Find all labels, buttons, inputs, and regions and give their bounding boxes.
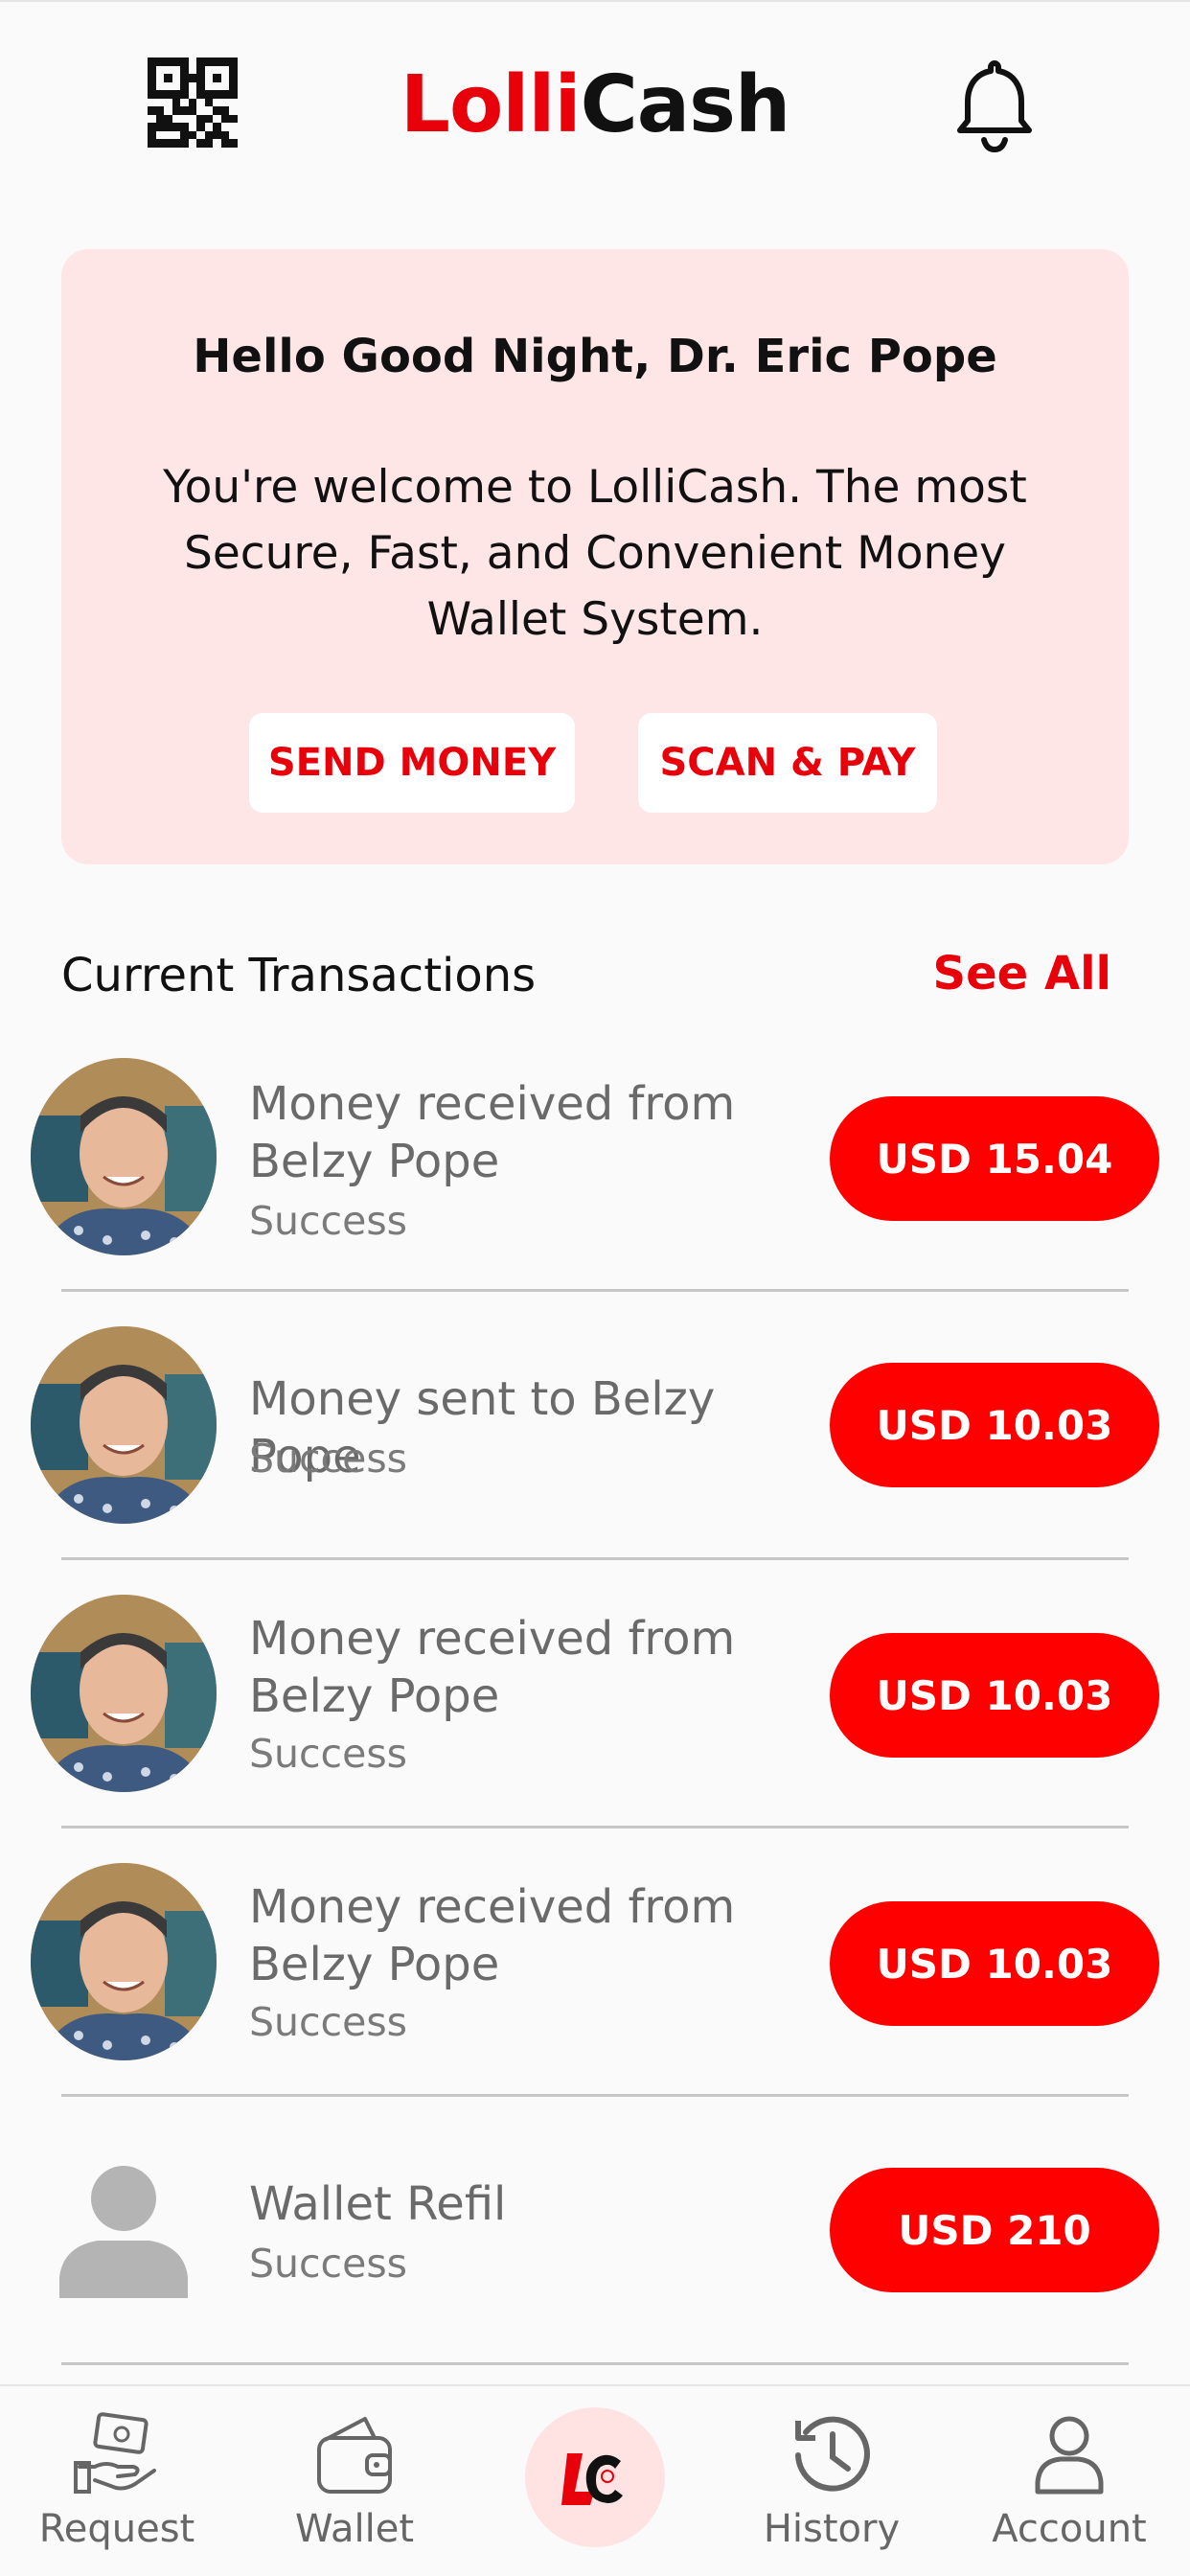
transaction-status: Success	[249, 1436, 408, 1482]
transaction-status: Success	[249, 2241, 408, 2287]
avatar	[31, 1058, 217, 1255]
wallet-icon	[311, 2411, 398, 2497]
transaction-row[interactable]: Money received from Belzy Pope Success U…	[0, 1859, 1190, 2089]
brand-cash: Cash	[580, 59, 791, 150]
divider	[61, 1557, 1129, 1560]
nav-item-wallet[interactable]: Wallet	[259, 2386, 450, 2576]
divider	[61, 1289, 1129, 1292]
transaction-title: Money received from Belzy Pope	[249, 1077, 736, 1188]
avatar	[31, 1326, 217, 1524]
avatar	[31, 1863, 217, 2060]
transaction-row[interactable]: Money received from Belzy Pope Success U…	[0, 1591, 1190, 1821]
welcome-message: You're welcome to LolliCash. The most Se…	[163, 461, 1027, 646]
transaction-title: Wallet Refil	[249, 2177, 507, 2231]
divider	[61, 2094, 1129, 2097]
amount-badge: USD 10.03	[830, 1363, 1159, 1487]
divider	[61, 1826, 1129, 1828]
transaction-row[interactable]: Money sent to Belzy Pope Success USD 10.…	[0, 1322, 1190, 1552]
transaction-status: Success	[249, 1198, 408, 1244]
brand-lolli: Lolli	[400, 59, 582, 150]
nav-item-history[interactable]: History	[736, 2386, 927, 2576]
top-border	[0, 0, 1190, 2]
nav-label: Wallet	[294, 2507, 415, 2551]
scan-pay-button[interactable]: SCAN & PAY	[638, 713, 937, 813]
amount-badge: USD 15.04	[830, 1096, 1159, 1221]
send-money-button[interactable]: SEND MONEY	[249, 713, 575, 813]
user-placeholder-icon	[59, 2164, 188, 2298]
section-title: Current Transactions	[61, 949, 537, 1002]
avatar-photo	[31, 1326, 217, 1524]
avatar-photo	[31, 1595, 217, 1792]
nav-label: Request	[38, 2507, 195, 2551]
avatar-photo	[31, 1058, 217, 1255]
amount-badge: USD 210	[830, 2168, 1159, 2292]
history-icon	[789, 2411, 875, 2497]
nav-label: History	[763, 2507, 901, 2551]
transaction-row[interactable]: Wallet Refil Success USD 210	[0, 2128, 1190, 2358]
transaction-title: Money received from Belzy Pope	[249, 1880, 736, 1991]
transaction-row[interactable]: Money received from Belzy Pope Success U…	[0, 1054, 1190, 1284]
bottom-nav: Request Wallet History Account	[0, 2384, 1190, 2576]
greeting-text: Hello Good Night, Dr. Eric Pope	[193, 330, 997, 383]
app-header: LolliCash	[0, 38, 1190, 172]
home-screen: LolliCash Hello Good Night, Dr. Eric Pop…	[0, 0, 1190, 2576]
transaction-status: Success	[249, 1999, 408, 2045]
amount-badge: USD 10.03	[830, 1633, 1159, 1758]
lollicash-logo-icon	[561, 2448, 629, 2511]
user-icon	[1026, 2411, 1112, 2497]
transaction-title: Money received from Belzy Pope	[249, 1612, 736, 1723]
transaction-status: Success	[249, 1731, 408, 1777]
nav-item-account[interactable]: Account	[973, 2386, 1165, 2576]
avatar-photo	[31, 1863, 217, 2060]
nav-item-home[interactable]	[525, 2407, 665, 2547]
avatar	[31, 1595, 217, 1792]
nav-label: Account	[992, 2507, 1147, 2551]
welcome-card: Hello Good Night, Dr. Eric Pope You're w…	[61, 249, 1129, 864]
hand-money-icon	[74, 2411, 160, 2497]
amount-badge: USD 10.03	[830, 1901, 1159, 2026]
nav-item-request[interactable]: Request	[21, 2386, 213, 2576]
see-all-link[interactable]: See All	[933, 947, 1111, 1000]
divider	[61, 2362, 1129, 2365]
bell-icon[interactable]	[954, 58, 1035, 153]
